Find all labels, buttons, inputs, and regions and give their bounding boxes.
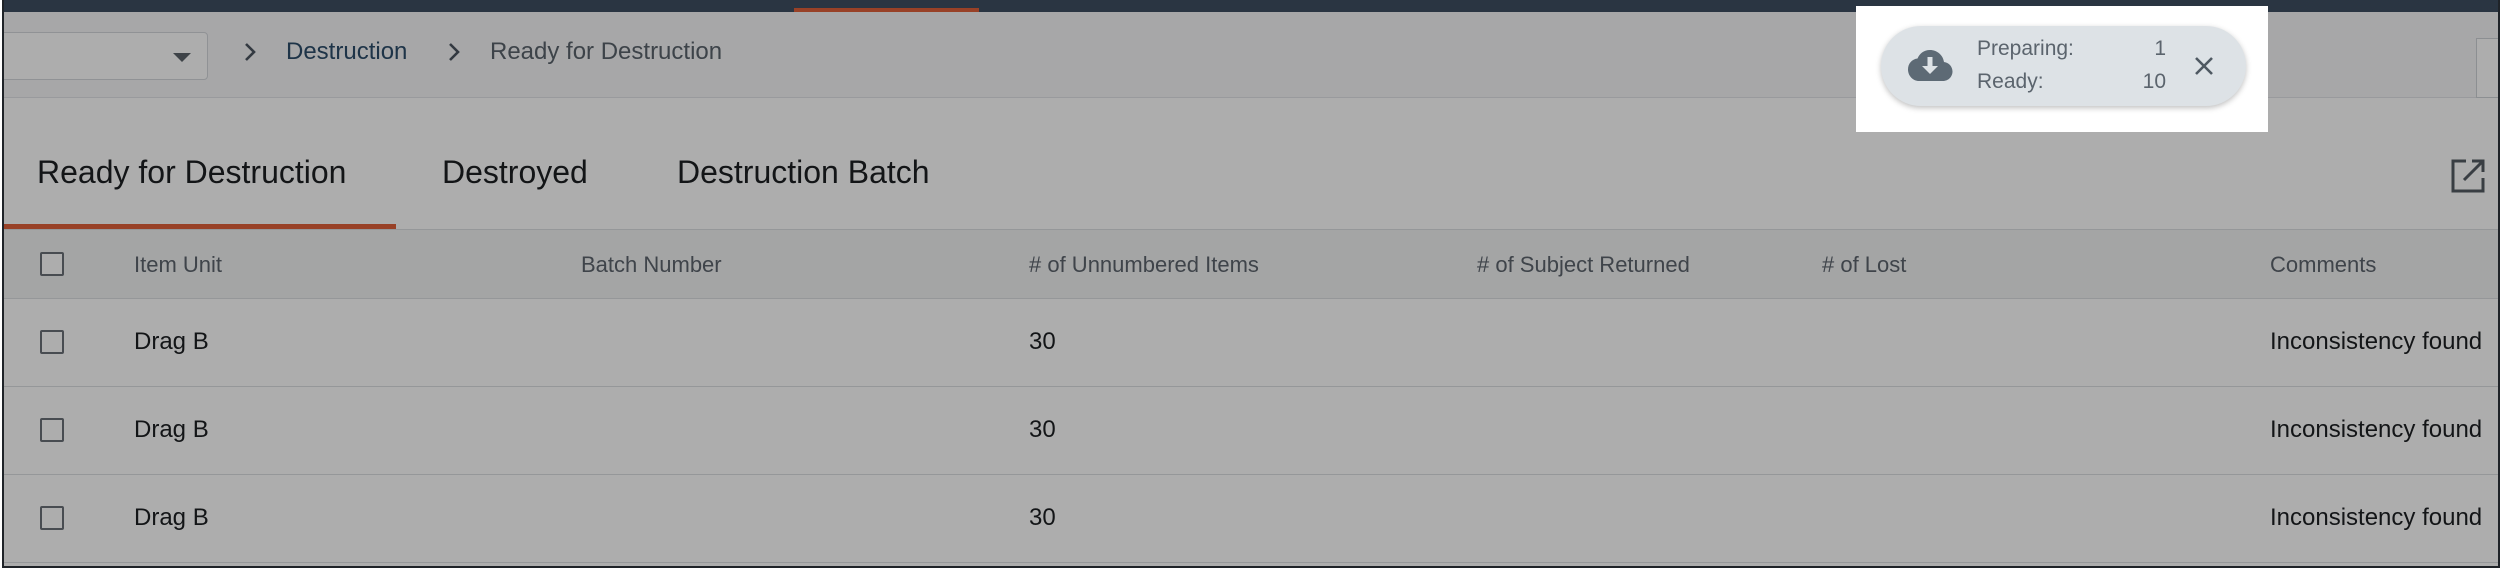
row-checkbox[interactable] (40, 330, 64, 354)
active-tab-indicator (4, 224, 396, 229)
preparing-label: Preparing: (1977, 37, 2074, 60)
cell-item-unit: Drag B (134, 328, 209, 355)
row-checkbox[interactable] (40, 506, 64, 530)
table-row[interactable]: Drag B 30 Inconsistency found (4, 299, 2498, 387)
column-header-comments[interactable]: Comments (2270, 252, 2376, 278)
spotlight-region: Preparing: 1 Ready: 10 (1856, 6, 2268, 132)
chevron-right-icon (449, 43, 460, 61)
tab-ready-for-destruction[interactable]: Ready for Destruction (37, 154, 346, 190)
row-checkbox[interactable] (40, 418, 64, 442)
column-header-item-unit[interactable]: Item Unit (134, 252, 222, 278)
cell-unnumbered-items: 30 (1029, 328, 1056, 355)
select-all-checkbox[interactable] (40, 252, 64, 276)
cell-comments: Inconsistency found (2270, 328, 2483, 355)
breadcrumb-current: Ready for Destruction (490, 38, 723, 65)
download-status-toast: Preparing: 1 Ready: 10 (1881, 26, 2246, 106)
column-header-lost[interactable]: # of Lost (1822, 252, 1906, 278)
cell-unnumbered-items: 30 (1029, 504, 1056, 531)
preparing-count: 1 (2154, 37, 2166, 60)
chevron-right-icon (245, 43, 256, 61)
cloud-download-icon[interactable] (1907, 48, 1953, 82)
tab-destroyed[interactable]: Destroyed (442, 154, 588, 190)
cell-item-unit: Drag B (134, 416, 209, 443)
table-row[interactable]: Drag B 30 Inconsistency found (4, 387, 2498, 475)
cell-comments: Inconsistency found (2270, 504, 2483, 531)
table-row[interactable]: Drag B 30 Inconsistency found (4, 475, 2498, 563)
context-select[interactable] (4, 32, 208, 80)
caret-down-icon (173, 53, 191, 62)
tab-destruction-batch[interactable]: Destruction Batch (677, 154, 930, 190)
table-header: Item Unit Batch Number # of Unnumbered I… (4, 230, 2498, 299)
column-header-unnumbered-items[interactable]: # of Unnumbered Items (1029, 252, 1259, 278)
breadcrumb-link-destruction[interactable]: Destruction (286, 38, 407, 66)
ready-count: 10 (2142, 70, 2166, 93)
cell-comments: Inconsistency found (2270, 416, 2483, 443)
app-window: Destruction Ready for Destruction Ready … (2, 0, 2500, 568)
column-header-subject-returned[interactable]: # of Subject Returned (1477, 252, 1690, 278)
ready-label: Ready: (1977, 70, 2044, 93)
cell-item-unit: Drag B (134, 504, 209, 531)
side-panel-edge[interactable] (2476, 38, 2498, 98)
close-icon[interactable] (2192, 54, 2216, 78)
cell-unnumbered-items: 30 (1029, 416, 1056, 443)
column-header-batch-number[interactable]: Batch Number (581, 252, 722, 278)
external-link-icon[interactable] (2448, 156, 2488, 196)
